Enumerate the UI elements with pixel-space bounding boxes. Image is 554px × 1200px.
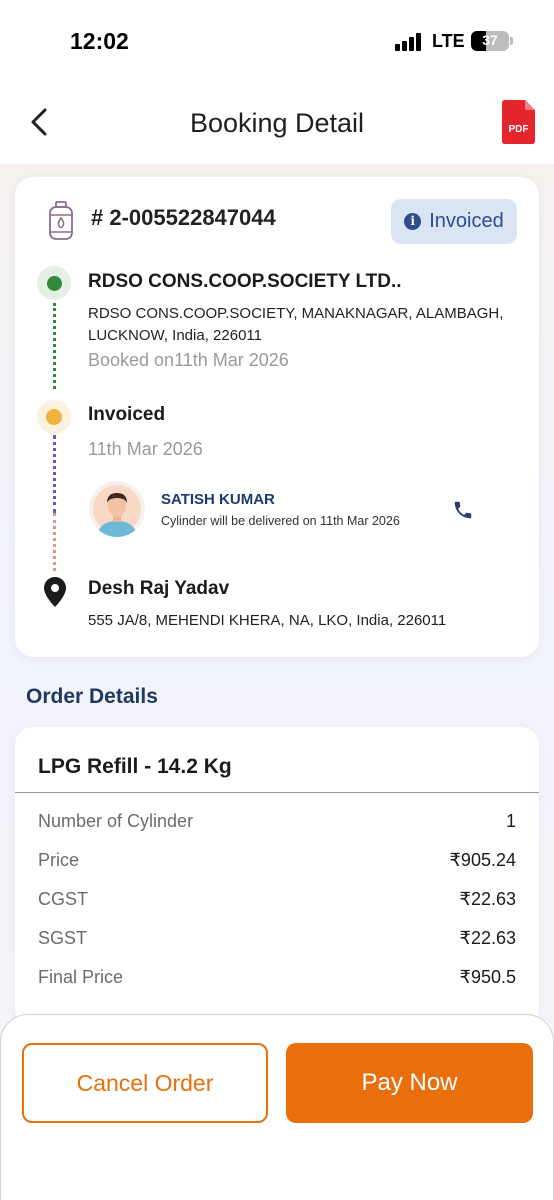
invoiced-date: 11th Mar 2026 [88, 439, 203, 459]
order-row-label: SGST [38, 928, 88, 948]
order-row-value: 1 [505, 811, 516, 831]
order-row-value: ₹22.63 [459, 928, 517, 948]
delivery-person-avatar [89, 481, 145, 537]
order-row-value: ₹950.5 [459, 967, 517, 987]
page-title: Booking Detail [189, 108, 365, 138]
customer-address: 555 JA/8, MEHENDI KHERA, NA, LKO, India,… [88, 612, 447, 629]
booked-on-date: Booked on11th Mar 2026 [88, 350, 289, 370]
order-row: Number of Cylinder 1 [38, 811, 516, 835]
status-badge-label: Invoiced [429, 210, 504, 232]
order-row-value: ₹22.63 [459, 889, 517, 909]
network-label: LTE [432, 31, 465, 51]
divider [15, 792, 539, 793]
cancel-order-button[interactable]: Cancel Order [22, 1043, 268, 1123]
status-badge: i Invoiced [391, 199, 517, 244]
order-row-label: Number of Cylinder [38, 811, 194, 831]
order-row: SGST ₹22.63 [38, 928, 516, 952]
delivery-person-name: SATISH KUMAR [161, 491, 275, 508]
booking-card: # 2-005522847044 i Invoiced RDSO CONS.CO… [15, 177, 539, 657]
info-icon: i [404, 213, 422, 230]
status-time: 12:02 [70, 28, 129, 54]
customer-name: Desh Raj Yadav [88, 578, 230, 599]
delivery-note: Cylinder will be delivered on 11th Mar 2… [161, 514, 400, 528]
timeline-connector [53, 303, 56, 389]
order-details-heading: Order Details [26, 685, 158, 708]
pdf-label: PDF [509, 124, 529, 135]
battery-level: 37 [482, 32, 498, 48]
timeline-dot-dealer [47, 276, 62, 291]
timeline-connector [53, 435, 56, 513]
order-card: LPG Refill - 14.2 Kg Number of Cylinder … [15, 727, 539, 1027]
signal-icon [395, 33, 423, 51]
pdf-download-icon[interactable]: PDF [502, 100, 535, 144]
invoiced-title: Invoiced [88, 404, 166, 425]
order-row-label: CGST [38, 889, 89, 909]
status-bar: 12:02 LTE 37 [0, 0, 554, 80]
order-row: Price ₹905.24 [38, 850, 516, 874]
battery-icon: 37 [471, 31, 513, 51]
order-row-label: Final Price [38, 967, 124, 987]
gas-cylinder-icon [49, 201, 73, 240]
timeline-dot-invoiced [46, 409, 62, 425]
product-name: LPG Refill - 14.2 Kg [38, 755, 232, 778]
timeline-connector [53, 513, 56, 571]
order-row: CGST ₹22.63 [38, 889, 516, 913]
booking-number: # 2-005522847044 [91, 205, 276, 230]
dealer-name: RDSO CONS.COOP.SOCIETY LTD.. [88, 271, 402, 292]
order-row: Final Price ₹950.5 [38, 967, 516, 991]
phone-icon[interactable] [452, 499, 474, 521]
app-header: Booking Detail PDF [0, 80, 554, 164]
order-row-label: Price [38, 850, 80, 870]
dealer-address: RDSO CONS.COOP.SOCIETY, MANAKNAGAR, ALAM… [88, 305, 504, 344]
order-row-value: ₹905.24 [449, 850, 516, 870]
location-pin-icon [44, 577, 66, 607]
pay-now-button[interactable]: Pay Now [286, 1043, 533, 1123]
